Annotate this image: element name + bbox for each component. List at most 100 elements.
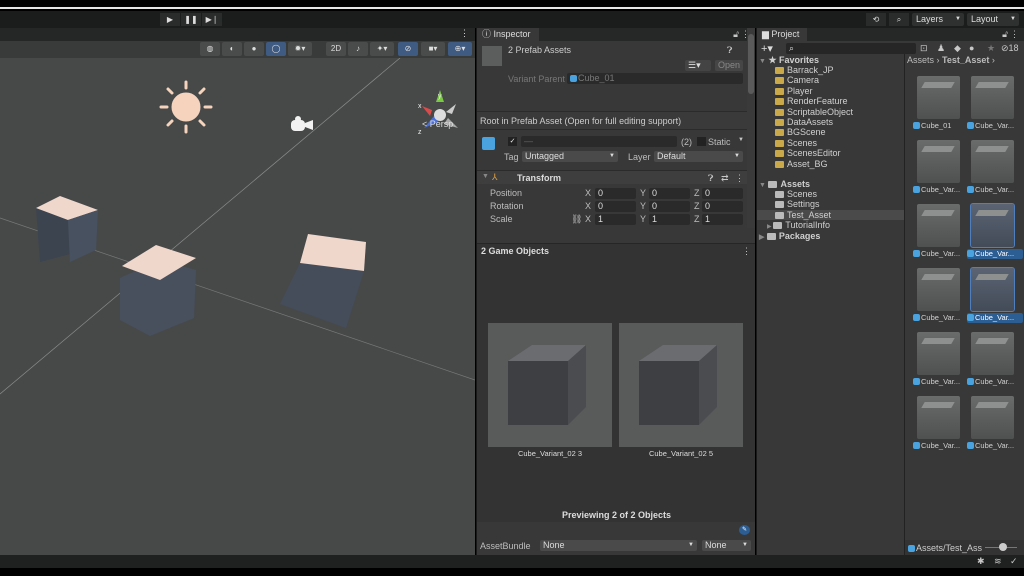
effects-icon[interactable]: ✦▾ bbox=[370, 42, 394, 56]
open-button[interactable]: Open bbox=[715, 60, 743, 71]
asset-thumbnail[interactable] bbox=[971, 396, 1014, 439]
camera-icon[interactable]: ■▾ bbox=[421, 42, 445, 56]
hidden-packages-toggle[interactable]: ⊘18 bbox=[1001, 43, 1019, 54]
asset-folder-item[interactable]: ▶ TutorialInfo bbox=[757, 220, 904, 230]
rotation-y[interactable]: 0 bbox=[649, 201, 690, 212]
favorite-item[interactable]: Camera bbox=[775, 75, 922, 85]
asset-thumbnail[interactable] bbox=[971, 204, 1014, 247]
tag-icon[interactable]: ◆ bbox=[954, 43, 961, 54]
debug-icon[interactable]: ✱ bbox=[977, 556, 985, 567]
asset-thumbnail[interactable] bbox=[971, 332, 1014, 375]
inspector-scrollbar[interactable] bbox=[747, 28, 755, 228]
asset-folder-item[interactable]: Test_Asset bbox=[757, 210, 904, 220]
lock-icon[interactable]: 🔓︎ bbox=[733, 29, 739, 40]
asset-thumbnail[interactable] bbox=[971, 268, 1014, 311]
favorite-item[interactable]: ScriptableObject bbox=[775, 107, 922, 117]
shaded-wireframe-icon[interactable]: ◐ bbox=[222, 42, 242, 56]
search-by-label-icon[interactable]: ♟ bbox=[937, 43, 945, 54]
favorite-item[interactable]: DataAssets bbox=[775, 117, 922, 127]
asset-thumbnail[interactable] bbox=[917, 76, 960, 119]
position-z[interactable]: 0 bbox=[702, 188, 743, 199]
project-search-input[interactable]: ⌕ bbox=[786, 43, 916, 54]
foldout-arrow-icon[interactable]: ▼ bbox=[482, 173, 489, 180]
favorites-header[interactable]: ▼ ★ Favorites bbox=[759, 55, 906, 65]
asset-label[interactable]: Cube_Var... bbox=[967, 121, 1023, 131]
pause-button[interactable]: ❚❚ bbox=[181, 13, 201, 26]
check-icon[interactable]: ✓ bbox=[1010, 556, 1018, 567]
layers-dropdown[interactable]: Layers▼ bbox=[912, 13, 964, 26]
favorite-star-icon[interactable]: ★ bbox=[987, 43, 995, 54]
help-icon[interactable]: ❓︎ bbox=[727, 45, 732, 56]
more-icon[interactable]: ⋮ bbox=[460, 28, 469, 39]
asset-thumbnail[interactable] bbox=[971, 140, 1014, 183]
help-icon[interactable]: ❓︎ bbox=[708, 173, 713, 184]
splitter[interactable] bbox=[904, 54, 905, 555]
favorite-item[interactable]: Barrack_JP bbox=[775, 65, 922, 75]
favorite-item[interactable]: RenderFeature bbox=[775, 96, 922, 106]
variant-parent-field[interactable]: Cube_01 bbox=[567, 73, 743, 84]
more-icon[interactable]: ⋮ bbox=[1010, 29, 1019, 40]
layer-dropdown[interactable]: Default▼ bbox=[654, 151, 743, 162]
asset-label[interactable]: Cube_01 bbox=[913, 121, 969, 131]
asset-label[interactable]: Cube_Var... bbox=[913, 441, 969, 451]
label-tag-icon[interactable]: ✎ bbox=[739, 525, 750, 535]
perspective-toggle[interactable]: < Persp bbox=[422, 119, 453, 129]
lock-icon[interactable]: 🔓︎ bbox=[1002, 29, 1008, 40]
layout-dropdown[interactable]: Layout▼ bbox=[967, 13, 1019, 26]
assetbundle-dropdown[interactable]: None▼ bbox=[540, 540, 697, 551]
asset-thumbnail[interactable] bbox=[917, 204, 960, 247]
unlit-icon[interactable]: ◯ bbox=[266, 42, 286, 56]
packages-header[interactable]: ▶ Packages bbox=[759, 231, 906, 241]
search-icon[interactable]: ⌕ bbox=[889, 13, 909, 26]
more-icon[interactable]: ⋮ bbox=[735, 173, 744, 184]
scene-view[interactable]: ⋮ ◍ ◐ ● ◯ ✹▾ 2D ♪ ✦▾ ⊘ ■▾ ⊕▾ y x z < Per… bbox=[0, 28, 475, 555]
slider-handle[interactable] bbox=[999, 543, 1007, 551]
asset-label[interactable]: Cube_Var... bbox=[967, 185, 1023, 195]
position-y[interactable]: 0 bbox=[649, 188, 690, 199]
warning-icon[interactable]: ● bbox=[969, 43, 974, 53]
preview-header[interactable]: 2 Game Objects ⋮ bbox=[477, 243, 755, 257]
asset-thumbnail[interactable] bbox=[917, 396, 960, 439]
shaded-icon[interactable]: ● bbox=[244, 42, 264, 56]
audio-icon[interactable]: ♪ bbox=[348, 42, 368, 56]
asset-folder-item[interactable]: Settings bbox=[757, 199, 904, 209]
visibility-icon[interactable]: ⊘ bbox=[398, 42, 418, 56]
position-x[interactable]: 0 bbox=[595, 188, 636, 199]
breadcrumb-test-asset[interactable]: Test_Asset bbox=[942, 55, 989, 65]
inspector-tab[interactable]: ⓘ Inspector bbox=[477, 28, 539, 41]
name-field[interactable]: — bbox=[521, 136, 677, 147]
create-button[interactable]: +▾ bbox=[761, 42, 773, 55]
gizmos-icon[interactable]: ⊕▾ bbox=[448, 42, 472, 56]
asset-label[interactable]: Cube_Var... bbox=[967, 441, 1023, 451]
static-checkbox[interactable] bbox=[697, 137, 706, 146]
static-dropdown[interactable]: ▼ bbox=[738, 137, 744, 143]
cache-server-icon[interactable]: ≋ bbox=[994, 556, 1002, 567]
favorite-item[interactable]: Scenes bbox=[775, 138, 922, 148]
asset-label[interactable]: Cube_Var... bbox=[913, 185, 969, 195]
search-by-type-icon[interactable]: ⊡ bbox=[920, 43, 928, 54]
orientation-gizmo[interactable]: y x z bbox=[418, 90, 462, 136]
asset-thumbnail[interactable] bbox=[971, 76, 1014, 119]
play-button[interactable]: ▶ bbox=[160, 13, 180, 26]
favorite-item[interactable]: ScenesEditor bbox=[775, 148, 922, 158]
asset-thumbnail[interactable] bbox=[917, 332, 960, 375]
more-icon[interactable]: ⋮ bbox=[742, 246, 751, 257]
mode-2d-button[interactable]: 2D bbox=[326, 42, 346, 56]
active-checkbox[interactable]: ✓ bbox=[508, 137, 517, 146]
constrain-proportions-icon[interactable]: ⛓︎ bbox=[571, 214, 582, 225]
breadcrumb-assets[interactable]: Assets bbox=[907, 55, 934, 65]
wireframe-shading-icon[interactable]: ◍ bbox=[200, 42, 220, 56]
asset-label[interactable]: Cube_Var... bbox=[967, 249, 1023, 259]
tag-dropdown[interactable]: Untagged▼ bbox=[522, 151, 618, 162]
asset-label[interactable]: Cube_Var... bbox=[913, 249, 969, 259]
debug-draw-icon[interactable]: ✹▾ bbox=[288, 42, 312, 56]
scale-y[interactable]: 1 bbox=[649, 214, 690, 225]
asset-thumbnail[interactable] bbox=[917, 268, 960, 311]
step-button[interactable]: ▶❘ bbox=[202, 13, 222, 26]
assets-header[interactable]: ▼ Assets bbox=[759, 179, 906, 189]
favorite-item[interactable]: Asset_BG bbox=[775, 159, 922, 169]
favorite-item[interactable]: Player bbox=[775, 86, 922, 96]
overrides-dropdown[interactable]: ☰▾ bbox=[685, 60, 711, 71]
history-icon[interactable]: ⟲ bbox=[866, 13, 886, 26]
scale-x[interactable]: 1 bbox=[595, 214, 636, 225]
